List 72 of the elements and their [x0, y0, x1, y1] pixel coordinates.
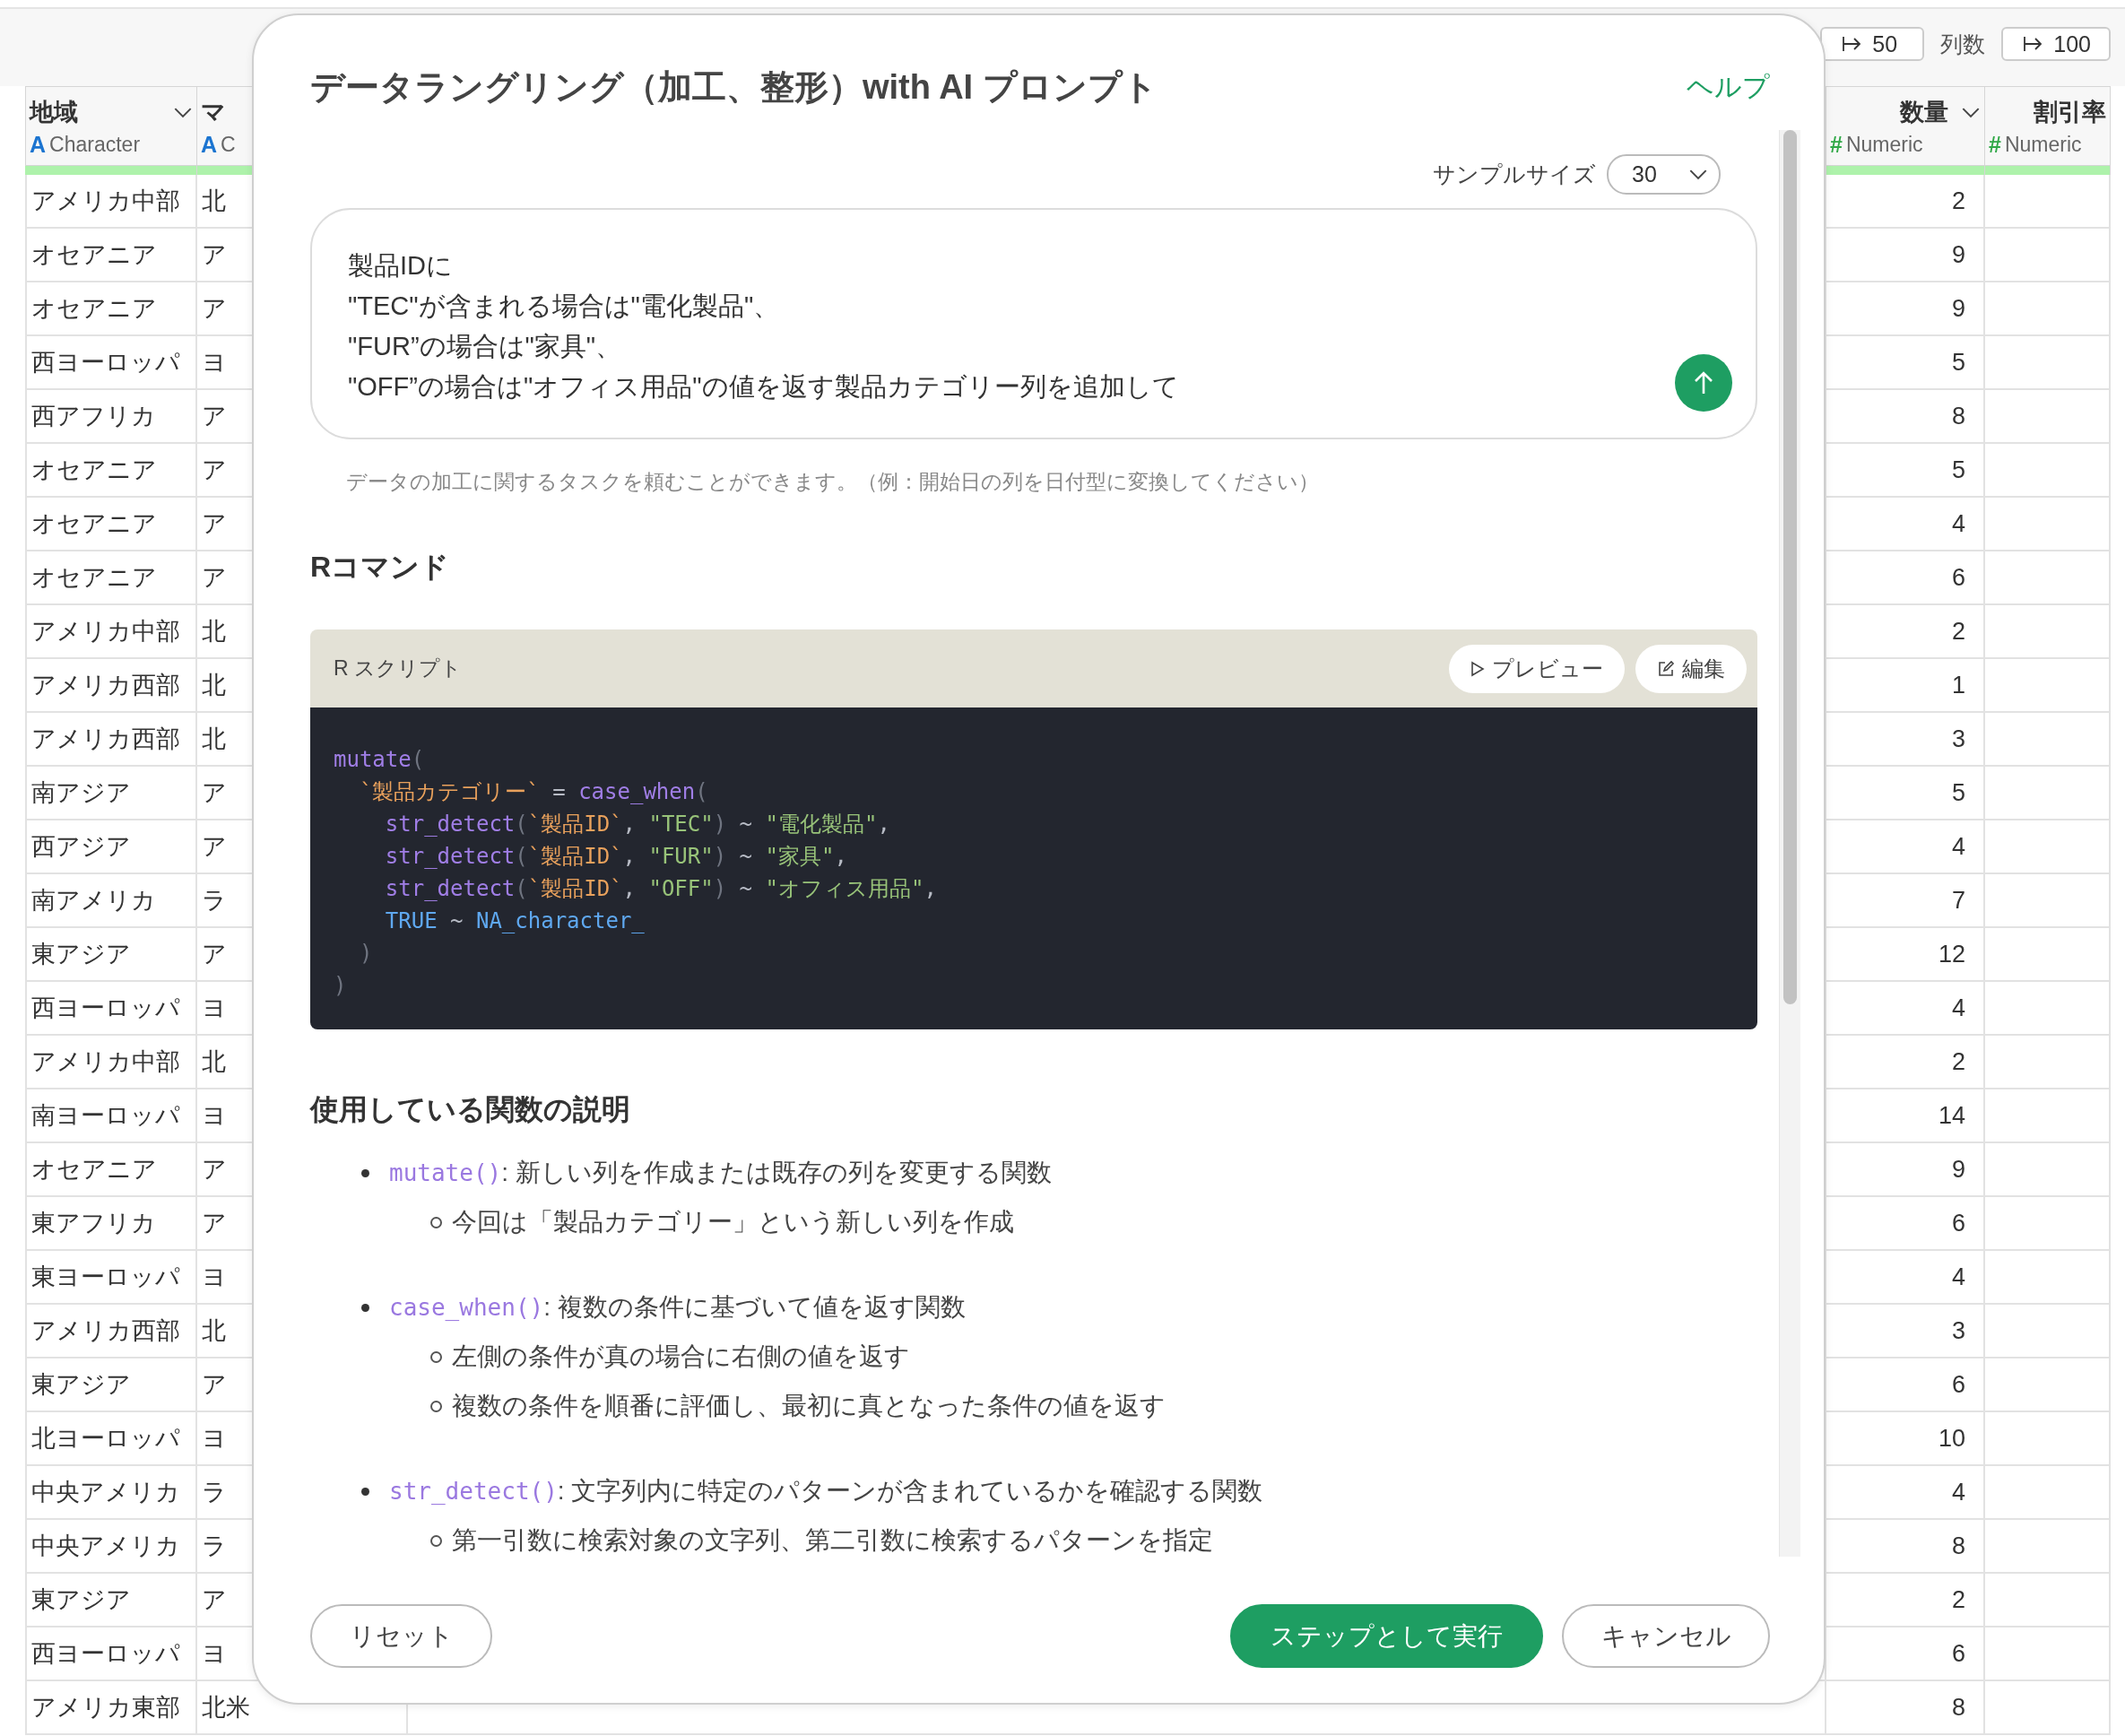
- bullet-icon: [430, 1216, 442, 1228]
- play-icon: [1470, 660, 1485, 677]
- chevron-down-icon[interactable]: [1961, 106, 1981, 118]
- chevron-down-icon[interactable]: [173, 106, 193, 118]
- table-cell: アメリカ中部: [25, 1036, 197, 1089]
- table-cell: オセアニア: [25, 229, 197, 282]
- bullet-icon: [430, 1350, 442, 1363]
- bullet-icon: [430, 1534, 442, 1547]
- table-cell: アメリカ西部: [25, 713, 197, 767]
- table-cell: 西アフリカ: [25, 390, 197, 444]
- arrow-up-icon: [1693, 370, 1714, 395]
- table-cell: アメリカ中部: [25, 175, 197, 229]
- table-cell: 西ヨーロッパ: [25, 336, 197, 390]
- column-type: C: [221, 133, 236, 157]
- table-cell: 中央アメリカ: [25, 1520, 197, 1574]
- table-cell: 西ヨーロッパ: [25, 982, 197, 1036]
- table-cell: アメリカ西部: [25, 1305, 197, 1358]
- dialog-title: データラングリング（加工、整形）with AI プロンプト: [310, 67, 1158, 108]
- columns-button[interactable]: 100: [2001, 27, 2111, 61]
- table-cell: 西アジア: [25, 820, 197, 874]
- column-header[interactable]: マ: [201, 96, 226, 128]
- description-detail: 今回は「製品カテゴリー」という新しい列を作成: [452, 1207, 1014, 1237]
- type-icon: #: [1830, 132, 1843, 158]
- table-cell: 東アジア: [25, 928, 197, 982]
- table-cell: 東アジア: [25, 1574, 197, 1628]
- table-cell: 南ヨーロッパ: [25, 1089, 197, 1143]
- table-cell: 北ヨーロッパ: [25, 1412, 197, 1466]
- preview-button[interactable]: プレビュー: [1449, 644, 1625, 693]
- bullet-icon: [430, 1400, 442, 1412]
- cancel-button[interactable]: キャンセル: [1562, 1604, 1770, 1668]
- table-cell: 西ヨーロッパ: [25, 1628, 197, 1681]
- type-icon: #: [1989, 132, 2001, 158]
- column-header[interactable]: 割引率: [2034, 96, 2106, 128]
- bullet-icon: [361, 1303, 369, 1312]
- sample-size-select[interactable]: 30: [1607, 154, 1721, 195]
- table-cell: アメリカ中部: [25, 605, 197, 659]
- table-cell: アメリカ西部: [25, 659, 197, 713]
- bullet-icon: [361, 1168, 369, 1177]
- table-cell: 東アフリカ: [25, 1197, 197, 1251]
- table-cell: 東ヨーロッパ: [25, 1251, 197, 1305]
- prompt-field[interactable]: 製品IDに "TEC"が含まれる場合は"電化製品"、 "FUR”の場合は"家具"、 "OFF”の場合は"オフィス用品"の値を返す製品カテゴリー列を追加して: [310, 208, 1757, 439]
- table-cell: オセアニア: [25, 1143, 197, 1197]
- bullet-icon: [361, 1487, 369, 1496]
- rows-button[interactable]: 50: [1820, 27, 1925, 61]
- table-cell: オセアニア: [25, 444, 197, 498]
- reset-button[interactable]: リセット: [310, 1604, 492, 1668]
- description-detail: 第一引数に検索対象の文字列、第二引数に検索するパターンを指定: [452, 1525, 1213, 1556]
- description-detail: 複数の条件を順番に評価し、最初に真となった条件の値を返す: [452, 1391, 1166, 1421]
- column-type: Numeric: [2004, 133, 2082, 157]
- scrollbar[interactable]: [1779, 130, 1800, 1557]
- table-cell: アメリカ東部: [25, 1681, 197, 1735]
- code-line: ): [358, 940, 374, 968]
- table-cell: 東アジア: [25, 1358, 197, 1412]
- column-type: Character: [49, 133, 141, 157]
- description-detail: 左側の条件が真の場合に右側の値を返す: [452, 1341, 910, 1372]
- type-icon: A: [30, 132, 47, 158]
- table-cell: オセアニア: [25, 551, 197, 605]
- table-cell: 6: [1826, 1628, 1985, 1681]
- chevron-down-icon: [1688, 169, 1708, 180]
- type-icon: A: [201, 132, 218, 158]
- columns-label: 列数: [1940, 30, 1986, 58]
- column-type: Numeric: [1845, 133, 1923, 157]
- edit-button[interactable]: 編集: [1635, 644, 1747, 693]
- table-cell: 8: [1826, 1681, 1985, 1735]
- table-cell: オセアニア: [25, 498, 197, 551]
- column-header[interactable]: 数量: [1900, 96, 1948, 128]
- column-header[interactable]: 地域: [30, 96, 78, 128]
- table-cell: オセアニア: [25, 282, 197, 336]
- table-cell: 南アメリカ: [25, 874, 197, 928]
- table-cell: 南アジア: [25, 767, 197, 820]
- table-cell: 中央アメリカ: [25, 1466, 197, 1520]
- sample-size-label: サンプルサイズ: [1433, 161, 1596, 188]
